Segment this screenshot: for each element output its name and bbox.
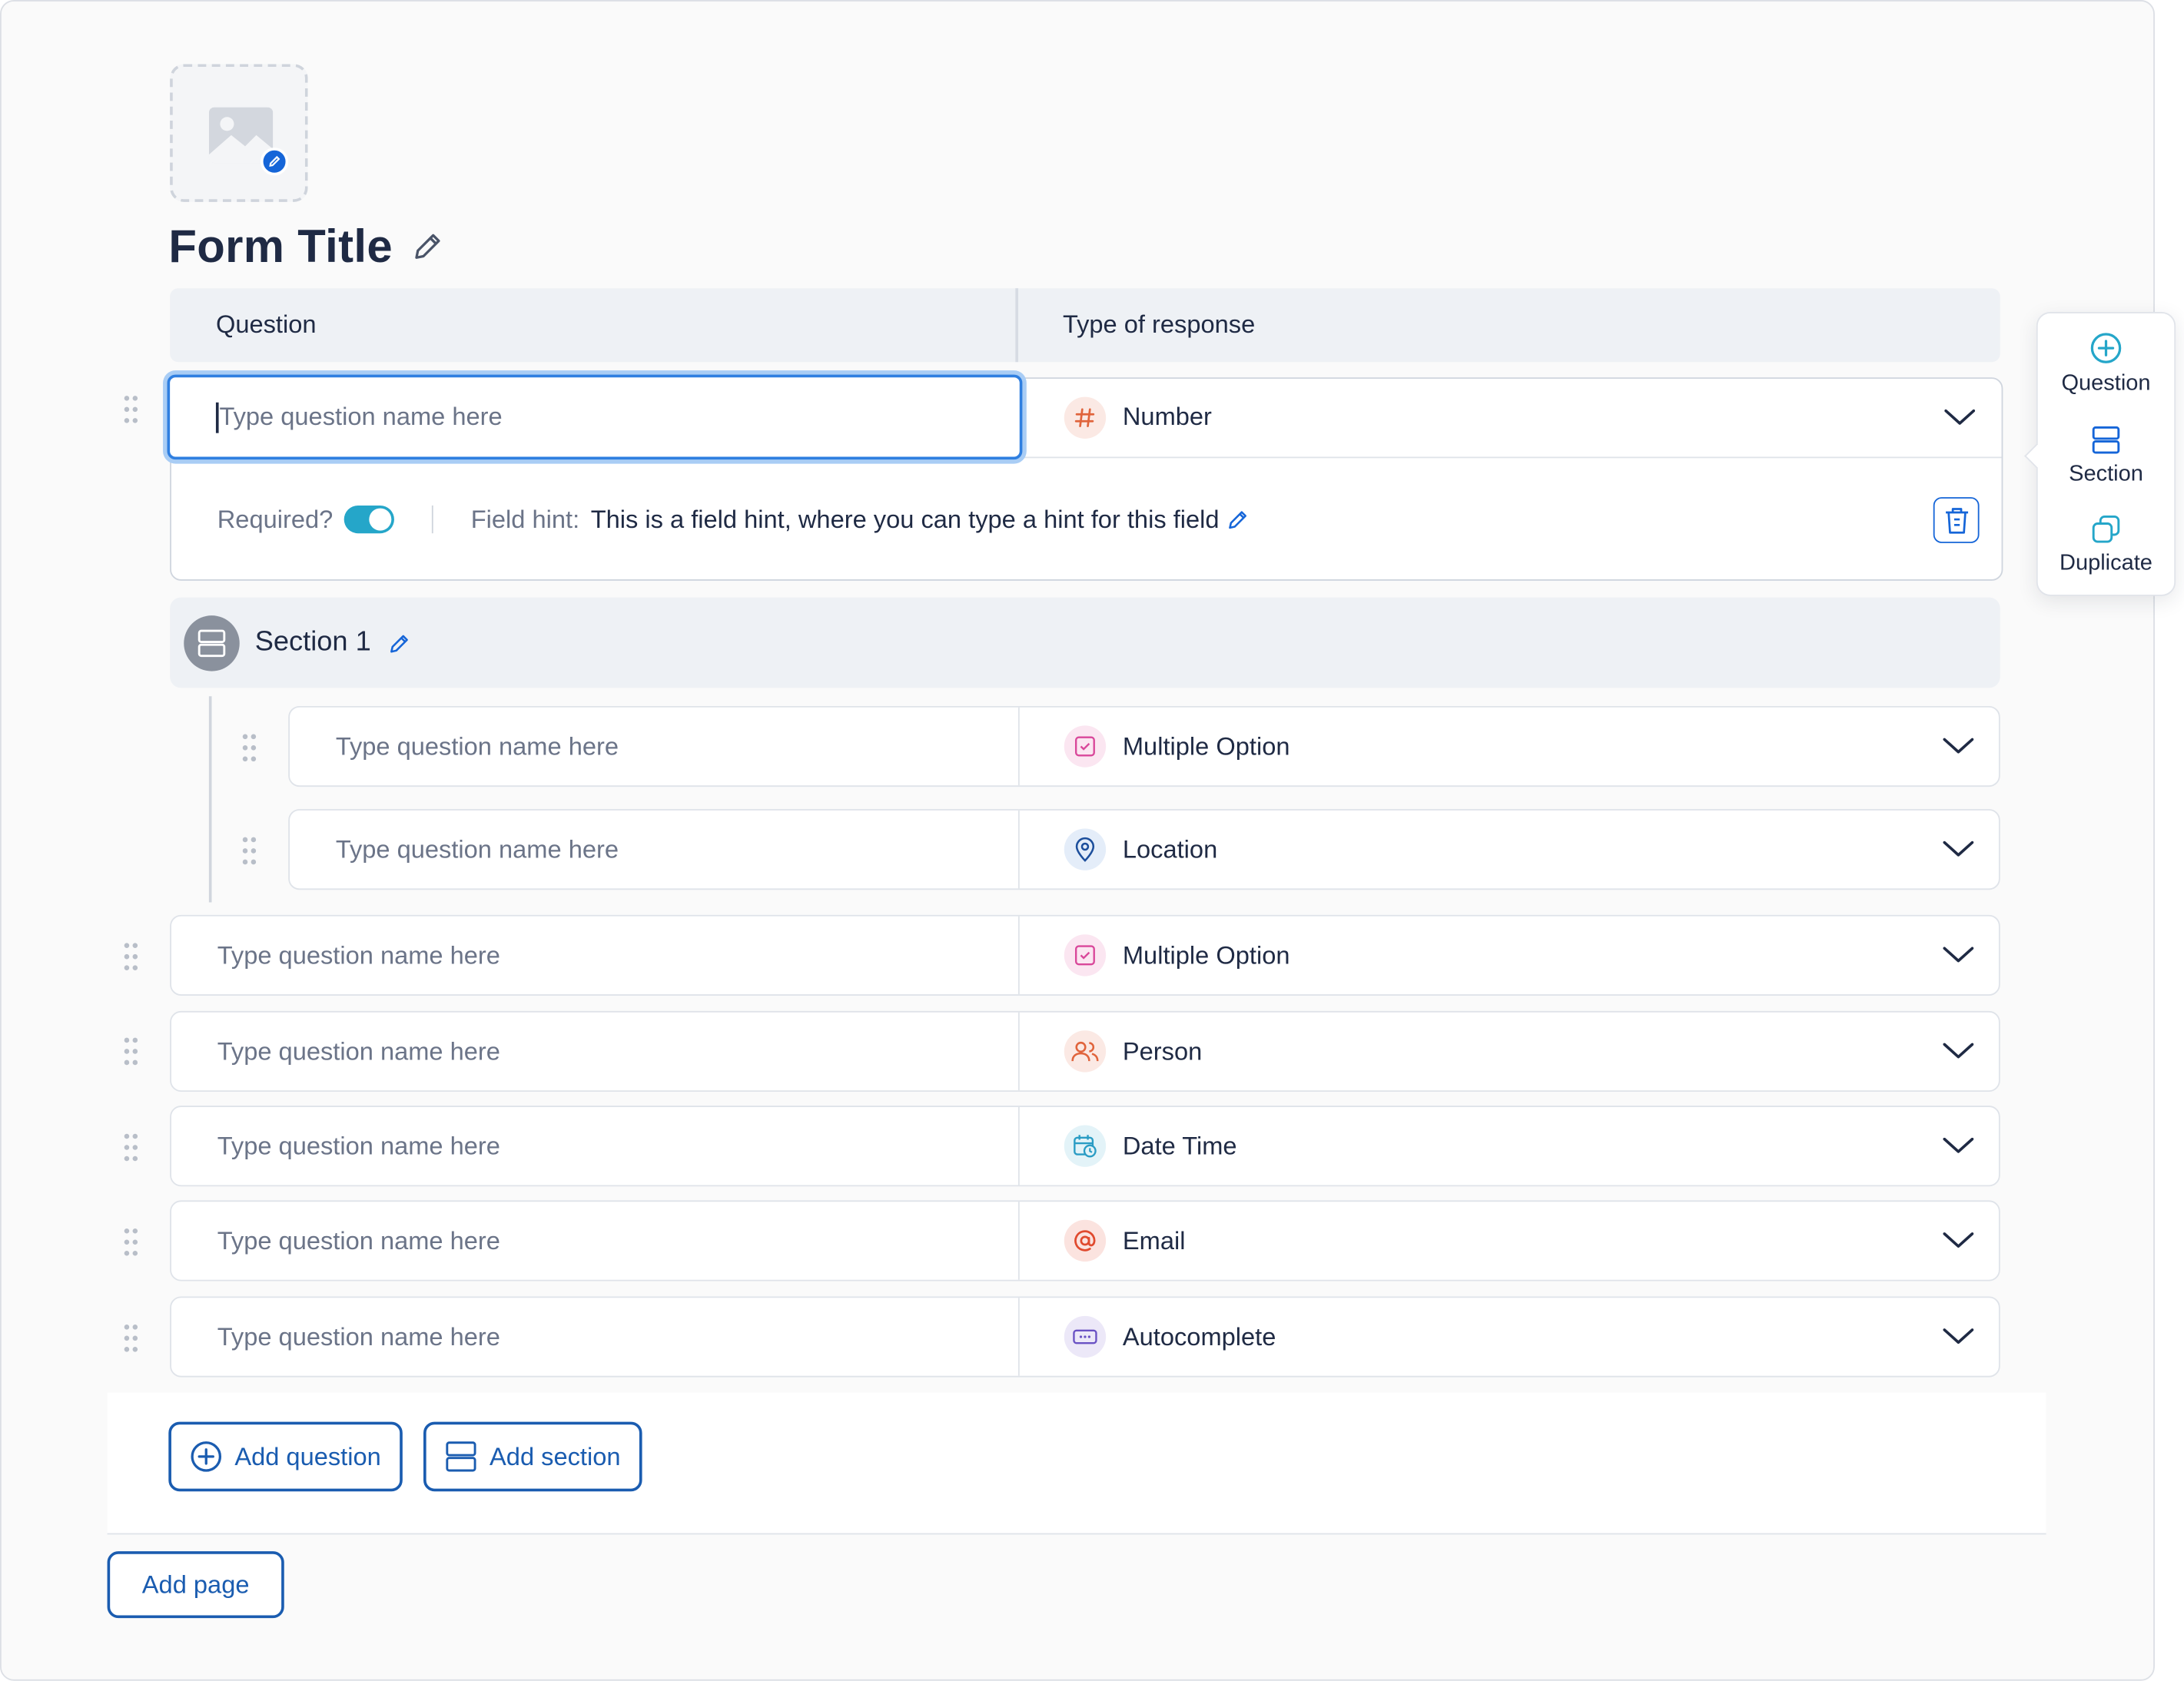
response-type-label: Email — [1122, 1225, 1186, 1255]
question-placeholder: Type question name here — [219, 402, 503, 431]
active-question-input[interactable]: Type question name here — [167, 374, 1023, 460]
edit-hint-pencil-icon[interactable] — [1227, 509, 1250, 531]
question-input[interactable]: Type question name here — [290, 810, 1020, 889]
form-title: Form Title — [168, 217, 443, 276]
question-input[interactable]: Type question name here — [171, 1106, 1020, 1185]
chevron-down-icon — [1943, 840, 1974, 857]
add-section-label: Add section — [490, 1441, 621, 1470]
response-type-select[interactable]: Multiple Option — [1020, 708, 1999, 786]
drag-handle-icon[interactable] — [123, 1227, 140, 1258]
response-type-select[interactable]: Person — [1020, 1013, 1999, 1091]
response-type-select[interactable]: Multiple Option — [1020, 917, 1999, 995]
add-page-label: Add page — [141, 1570, 250, 1598]
toolbar-add-section[interactable]: Section — [2038, 425, 2175, 488]
trash-icon — [1945, 507, 1968, 533]
chevron-down-icon — [1943, 738, 1974, 754]
section-question-row: Type question name here Multiple Option — [288, 705, 2000, 787]
drag-handle-icon[interactable] — [123, 1323, 140, 1354]
drag-handle-icon[interactable] — [123, 941, 140, 972]
question-input[interactable]: Type question name here — [171, 1202, 1020, 1280]
plus-circle-icon — [191, 1441, 222, 1472]
form-logo-upload[interactable] — [170, 64, 308, 202]
type-column-header: Type of response — [1062, 310, 1256, 339]
question-column-header: Question — [170, 288, 1018, 363]
toolbar-question-label: Question — [2061, 371, 2151, 396]
add-question-button[interactable]: Add question — [168, 1421, 403, 1492]
question-row: Type question name here Autocomplete — [170, 1296, 2000, 1378]
people-icon — [1064, 1030, 1107, 1073]
chevron-down-icon — [1943, 1043, 1974, 1059]
toolbar-section-label: Section — [2069, 462, 2143, 486]
text-box-icon — [1064, 1315, 1107, 1358]
question-input[interactable]: Type question name here — [171, 916, 1020, 995]
drag-handle-icon[interactable] — [123, 1132, 140, 1163]
question-row: Type question name here Date Time — [170, 1106, 2000, 1187]
at-sign-icon — [1064, 1219, 1107, 1262]
required-label: Required? — [217, 505, 334, 533]
duplicate-icon — [2092, 515, 2120, 543]
section-icon — [446, 1441, 477, 1472]
question-input[interactable]: Type question name here — [171, 1012, 1020, 1091]
question-row: Type question name here Email — [170, 1200, 2000, 1281]
response-type-select[interactable]: Location — [1020, 811, 1999, 889]
question-row: Type question name here Person — [170, 1010, 2000, 1092]
question-input[interactable]: Type question name here — [171, 1298, 1020, 1376]
chevron-down-icon — [1943, 1328, 1974, 1344]
response-type-select[interactable]: Email — [1020, 1202, 1999, 1280]
section-indent-line — [208, 696, 212, 903]
response-type-label: Multiple Option — [1122, 731, 1290, 760]
section-header[interactable]: Section 1 — [170, 597, 2000, 688]
add-section-button[interactable]: Add section — [423, 1421, 642, 1492]
response-type-label: Autocomplete — [1122, 1321, 1276, 1351]
section-icon — [184, 615, 240, 671]
toolbar-duplicate[interactable]: Duplicate — [2038, 514, 2175, 577]
text-cursor — [215, 401, 218, 433]
response-type-label: Multiple Option — [1122, 940, 1290, 969]
floating-toolbar: Question Section Duplicate — [2036, 312, 2176, 596]
toolbar-add-question[interactable]: Question — [2038, 331, 2175, 396]
chevron-down-icon — [1943, 947, 1974, 963]
question-input[interactable]: Type question name here — [290, 707, 1020, 786]
add-question-label: Add question — [234, 1441, 381, 1470]
question-row: Type question name here Multiple Option — [170, 914, 2000, 996]
calendar-clock-icon — [1064, 1125, 1107, 1167]
delete-question-button[interactable] — [1933, 497, 1980, 543]
question-settings: Required? Field hint: This is a field hi… — [217, 500, 1250, 539]
checkbox-icon — [1064, 725, 1107, 768]
toolbar-duplicate-label: Duplicate — [2060, 551, 2152, 575]
response-type-select[interactable]: Date Time — [1020, 1107, 1999, 1185]
column-header: Question Type of response — [170, 288, 2000, 363]
logo-edit-icon[interactable] — [260, 148, 289, 176]
drag-handle-icon[interactable] — [123, 1036, 140, 1067]
chevron-down-icon — [1943, 1137, 1974, 1153]
required-toggle[interactable] — [344, 505, 395, 534]
chevron-down-icon — [1943, 1232, 1974, 1248]
field-hint-label: Field hint: — [470, 505, 580, 533]
plus-circle-icon — [2090, 333, 2122, 363]
section-title: Section 1 — [254, 626, 371, 658]
edit-section-pencil-icon[interactable] — [389, 632, 411, 654]
response-type-label: Person — [1122, 1036, 1203, 1065]
response-type-select[interactable]: Number — [1020, 379, 2000, 456]
drag-handle-icon[interactable] — [123, 394, 140, 425]
response-type-label: Number — [1122, 402, 1212, 431]
response-type-label: Location — [1122, 834, 1218, 863]
drag-handle-icon[interactable] — [241, 732, 258, 763]
form-title-text: Form Title — [168, 220, 393, 272]
hash-icon — [1064, 396, 1107, 439]
divider — [431, 505, 433, 534]
chevron-down-icon — [1944, 408, 1976, 424]
add-page-button[interactable]: Add page — [107, 1551, 284, 1619]
location-pin-icon — [1064, 828, 1107, 870]
response-type-select[interactable]: Autocomplete — [1020, 1298, 1999, 1376]
section-icon — [2092, 426, 2120, 454]
checkbox-icon — [1064, 934, 1107, 976]
drag-handle-icon[interactable] — [241, 836, 258, 867]
section-question-row: Type question name here Location — [288, 809, 2000, 890]
field-hint-text[interactable]: This is a field hint, where you can type… — [591, 505, 1220, 534]
edit-title-pencil-icon[interactable] — [412, 231, 443, 262]
response-type-label: Date Time — [1122, 1131, 1237, 1159]
